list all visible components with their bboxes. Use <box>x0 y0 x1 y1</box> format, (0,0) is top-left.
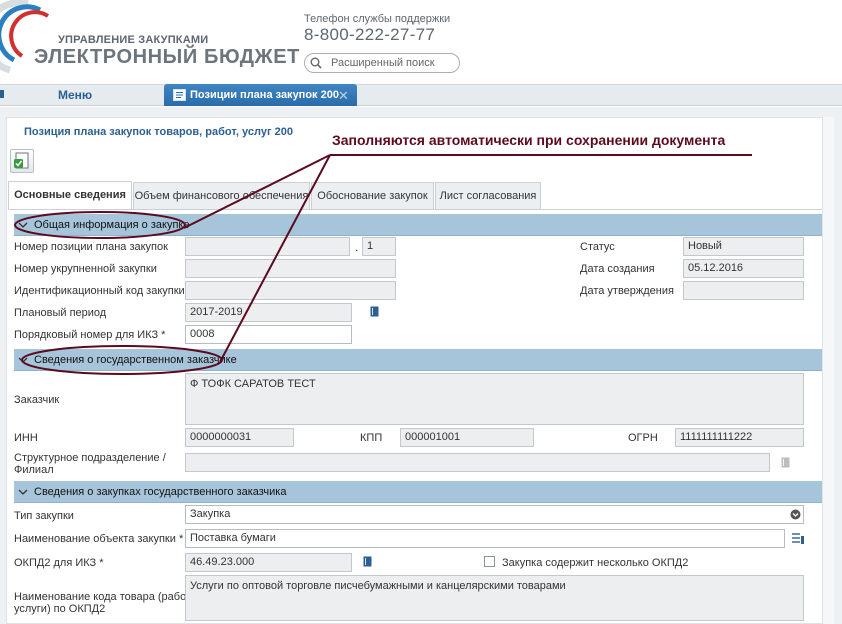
nav-collapse-handle[interactable] <box>0 90 4 98</box>
search-icon <box>310 57 322 69</box>
ogrn-label: ОГРН <box>628 432 658 444</box>
branch-label-line2: Филиал <box>14 464 54 476</box>
ordinal-number-input[interactable]: 0008 <box>185 325 352 344</box>
inn-label: ИНН <box>14 432 38 444</box>
purchase-object-input[interactable]: Поставка бумаги <box>185 529 785 548</box>
purchase-object-label: Наименование объекта закупки * <box>14 533 184 545</box>
branch-label-line1: Структурное подразделение / <box>14 452 166 464</box>
code-name-label-line1: Наименование кода товара (работы, <box>14 591 202 603</box>
multi-okpd2-label: Закупка содержит несколько ОКПД2 <box>502 557 689 569</box>
tab-plan-positions[interactable]: Позиции плана закупок 200 <box>164 84 357 106</box>
chevron-down-icon[interactable] <box>17 486 29 498</box>
vertical-scrollbar[interactable] <box>822 117 834 624</box>
planning-period-field: 2017-2019 <box>185 303 352 322</box>
created-date-label: Дата создания <box>580 263 655 275</box>
plan-position-field <box>185 237 350 256</box>
approved-date-field <box>683 281 804 300</box>
created-date-field: 05.12.2016 <box>683 259 804 278</box>
consolidated-purchase-label: Номер укрупненной закупки <box>14 263 157 275</box>
okpd2-label: ОКПД2 для ИКЗ * <box>14 557 104 569</box>
dropdown-arrow-icon[interactable] <box>790 509 801 520</box>
chevron-down-icon[interactable] <box>17 219 29 231</box>
document-list-icon <box>173 89 186 101</box>
annotation-callout: Заполняются автоматически при сохранении… <box>332 132 726 148</box>
tab-financing[interactable]: Объем финансового обеспечения <box>133 182 310 209</box>
book-reference-icon <box>781 457 790 468</box>
chevron-down-icon[interactable] <box>17 354 29 366</box>
customer-label: Заказчик <box>14 394 60 406</box>
plan-position-label: Номер позиции плана закупок <box>14 241 168 253</box>
save-document-icon <box>14 152 29 169</box>
code-name-field: Услуги по оптовой торговле писчебумажным… <box>185 575 804 621</box>
section-title: Общая информация о закупке <box>34 219 190 231</box>
list-edit-icon[interactable] <box>791 531 805 545</box>
brand-subtitle: УПРАВЛЕНИЕ ЗАКУПКАМИ <box>58 34 209 46</box>
book-reference-icon[interactable] <box>363 556 372 567</box>
brand-title: ЭЛЕКТРОННЫЙ БЮДЖЕТ <box>34 46 300 68</box>
support-label: Телефон службы поддержки <box>304 13 451 25</box>
status-label: Статус <box>580 241 615 253</box>
close-tab-icon[interactable]: ✕ <box>338 88 349 104</box>
customer-field: Ф ТОФК САРАТОВ ТЕСТ <box>185 373 804 425</box>
menu-button[interactable]: Меню <box>58 88 92 102</box>
tab-general-info[interactable]: Основные сведения <box>8 181 132 210</box>
purchase-type-label: Тип закупки <box>14 510 74 522</box>
tab-approval-sheet[interactable]: Лист согласования <box>435 182 541 209</box>
inn-field: 0000000031 <box>185 428 294 447</box>
purchase-id-code-label: Идентификационный код закупки <box>14 285 185 297</box>
status-field: Новый <box>683 237 804 256</box>
advanced-search-input[interactable]: Расширенный поиск <box>304 53 460 73</box>
plan-position-suffix-field: 1 <box>362 237 396 256</box>
section-title: Сведения о закупках государственного зак… <box>34 486 287 498</box>
kpp-field: 000001001 <box>400 428 534 447</box>
purchase-type-select[interactable]: Закупка <box>185 505 804 524</box>
plan-position-separator: . <box>355 240 359 254</box>
multi-okpd2-checkbox[interactable] <box>484 556 495 567</box>
section-general-info[interactable]: Общая информация о закупке <box>14 214 822 236</box>
save-button[interactable] <box>10 149 34 173</box>
support-phone: 8-800-222-27-77 <box>304 25 436 44</box>
code-name-label-line2: услуги) по ОКПД2 <box>14 603 106 615</box>
tabs-divider <box>8 209 822 210</box>
document-title: Позиция плана закупок товаров, работ, ус… <box>24 126 293 138</box>
consolidated-purchase-field <box>185 259 396 278</box>
kpp-label: КПП <box>360 432 383 444</box>
book-reference-icon[interactable] <box>370 306 379 317</box>
branch-field <box>185 453 770 472</box>
ordinal-number-label: Порядковый номер для ИКЗ * <box>14 329 166 341</box>
okpd2-field: 46.49.23.000 <box>185 553 352 572</box>
purchase-id-code-field <box>185 281 396 300</box>
section-customer-info[interactable]: Сведения о государственном заказчике <box>14 349 822 371</box>
logo-swoosh-icon <box>0 0 50 74</box>
section-title: Сведения о государственном заказчике <box>34 354 237 366</box>
ogrn-field: 1111111111222 <box>675 428 804 447</box>
tab-justification[interactable]: Обоснование закупок <box>311 182 434 209</box>
planning-period-label: Плановый период <box>14 307 107 319</box>
section-purchases-info[interactable]: Сведения о закупках государственного зак… <box>14 481 822 503</box>
nav-bar <box>0 84 842 106</box>
approved-date-label: Дата утверждения <box>580 285 674 297</box>
